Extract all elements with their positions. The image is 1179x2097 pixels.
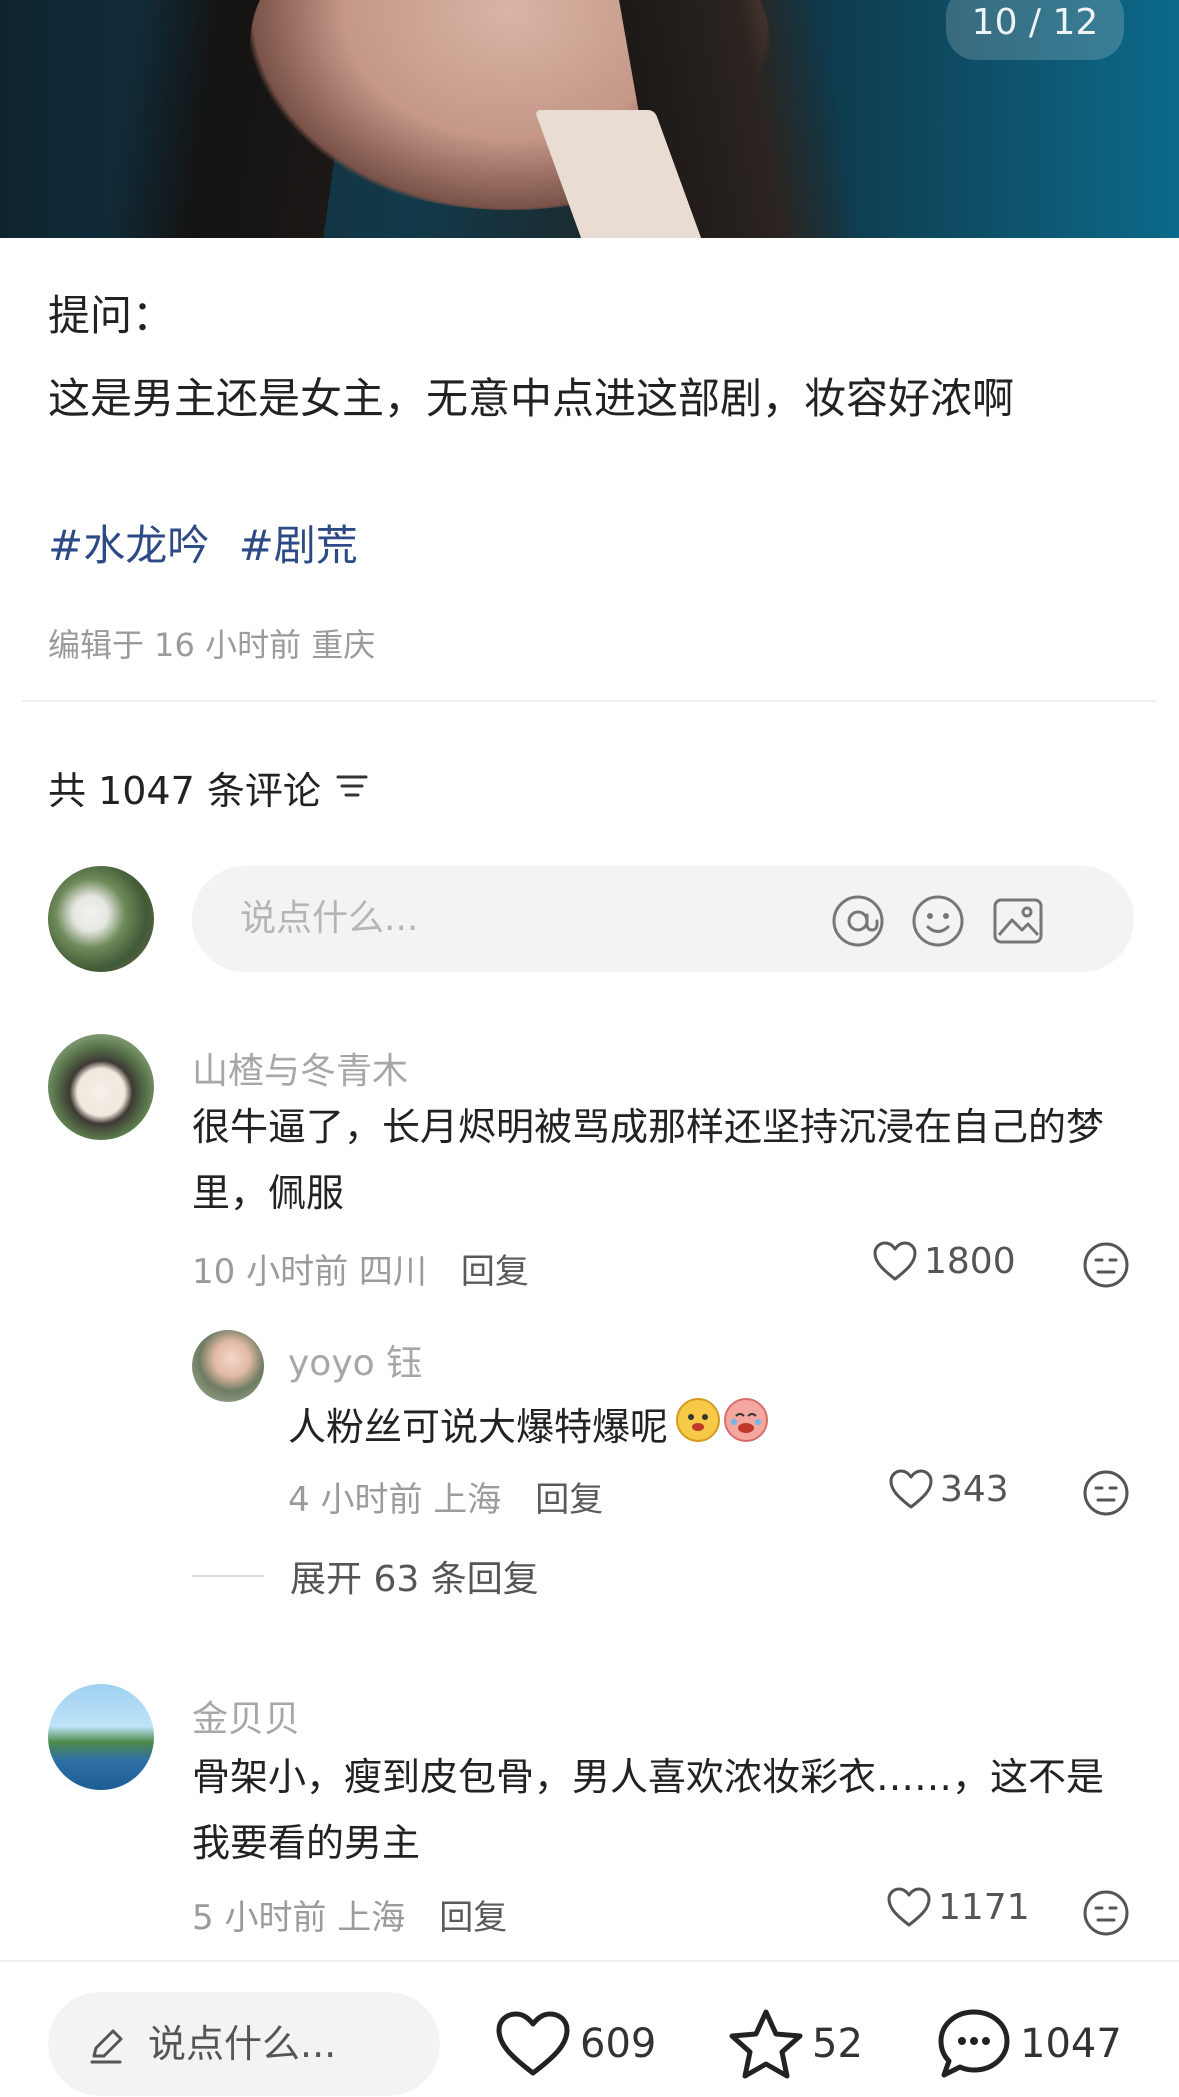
tag-link[interactable]: #水龙吟 (48, 521, 209, 570)
image-upload-icon[interactable] (990, 893, 1046, 949)
current-user-avatar[interactable] (48, 866, 154, 972)
comment-like-button[interactable]: 1171 (886, 1886, 1030, 1928)
comment-like-button[interactable]: 1800 (872, 1240, 1016, 1282)
comment-count: 共 1047 条评论 (48, 760, 369, 815)
favorite-button[interactable]: 52 (728, 1992, 863, 2096)
image-page-counter: 10 / 12 (946, 0, 1124, 60)
post-tags: #水龙吟 #剧荒 (48, 512, 374, 573)
comment-username[interactable]: 山楂与冬青木 (192, 1042, 408, 1094)
sticker-emoji-icon (672, 1390, 772, 1464)
reply-time-location: 4 小时前 上海 (288, 1480, 502, 1520)
post-label: 提问： (48, 291, 175, 340)
like-count: 609 (580, 2021, 657, 2067)
comment-input[interactable]: 说点什么... (192, 866, 1134, 972)
dislike-icon[interactable] (1081, 1240, 1131, 1290)
comment-text: 骨架小，瘦到皮包骨，男人喜欢浓妆彩衣……，这不是我要看的男主 (192, 1755, 1105, 1865)
pencil-icon (90, 2029, 123, 2064)
reply-like-button[interactable]: 343 (888, 1468, 1009, 1510)
comment-avatar[interactable] (48, 1684, 154, 1790)
comment-text: 很牛逼了，长月烬明被骂成那样还坚持沉浸在自己的梦里，佩服 (192, 1105, 1105, 1215)
expand-line (192, 1575, 264, 1577)
star-icon (729, 2009, 803, 2079)
like-button[interactable]: 609 (494, 1992, 656, 2096)
comment-bubble-icon (938, 2009, 1010, 2078)
comment-like-count: 1171 (938, 1886, 1030, 1928)
tag-link[interactable]: #剧荒 (239, 521, 358, 570)
comment-time-location: 5 小时前 上海 (192, 1898, 406, 1938)
reply-text: 人粉丝可说大爆特爆呢 (288, 1390, 848, 1464)
reply-button[interactable]: 回复 (439, 1898, 507, 1938)
comment-meta: 5 小时前 上海 回复 (192, 1890, 507, 1939)
favorite-count: 52 (812, 2021, 863, 2067)
post-image[interactable]: 10 / 12 (0, 0, 1179, 238)
bottom-comment-input[interactable]: 说点什么... (48, 1992, 440, 2096)
comment-like-count: 1800 (924, 1240, 1016, 1282)
reply-avatar[interactable] (192, 1330, 264, 1402)
comment-avatar[interactable] (48, 1034, 154, 1140)
reply-button[interactable]: 回复 (461, 1252, 529, 1292)
sort-icon[interactable] (335, 766, 369, 810)
comment-time-location: 10 小时前 四川 (192, 1252, 427, 1292)
divider (22, 700, 1157, 702)
at-mention-icon[interactable] (830, 893, 886, 949)
comment-count-label: 共 1047 条评论 (48, 769, 321, 813)
heart-icon (889, 1469, 933, 1509)
post-meta: 编辑于 16 小时前 重庆 (48, 626, 376, 664)
expand-replies-label: 展开 63 条回复 (290, 1559, 539, 1600)
comment-button[interactable]: 1047 (936, 1992, 1122, 2096)
dislike-icon[interactable] (1081, 1468, 1131, 1518)
reply-meta: 4 小时前 上海 回复 (288, 1472, 603, 1521)
emoji-icon[interactable] (910, 893, 966, 949)
heart-icon (873, 1241, 917, 1281)
expand-replies-button[interactable]: 展开 63 条回复 (192, 1550, 539, 1602)
comment-username[interactable]: 金贝贝 (192, 1690, 300, 1742)
dislike-icon[interactable] (1081, 1888, 1131, 1938)
reply-username[interactable]: yoyo 钰 (288, 1334, 422, 1386)
reply-text-content: 人粉丝可说大爆特爆呢 (288, 1405, 669, 1449)
heart-icon (887, 1887, 931, 1927)
reply-like-count: 343 (940, 1468, 1009, 1510)
heart-icon (496, 2011, 570, 2076)
comment-input-placeholder: 说点什么... (240, 898, 419, 939)
reply-button[interactable]: 回复 (535, 1480, 603, 1520)
post-body: 这是男主还是女主，无意中点进这部剧，妆容好浓啊 (48, 374, 1015, 423)
comment-count-bottom: 1047 (1020, 2021, 1122, 2067)
bottom-action-bar: 说点什么... 609 52 1047 (0, 1960, 1179, 2097)
comment-meta: 10 小时前 四川 回复 (192, 1244, 529, 1293)
bottom-input-placeholder: 说点什么... (148, 2022, 337, 2066)
